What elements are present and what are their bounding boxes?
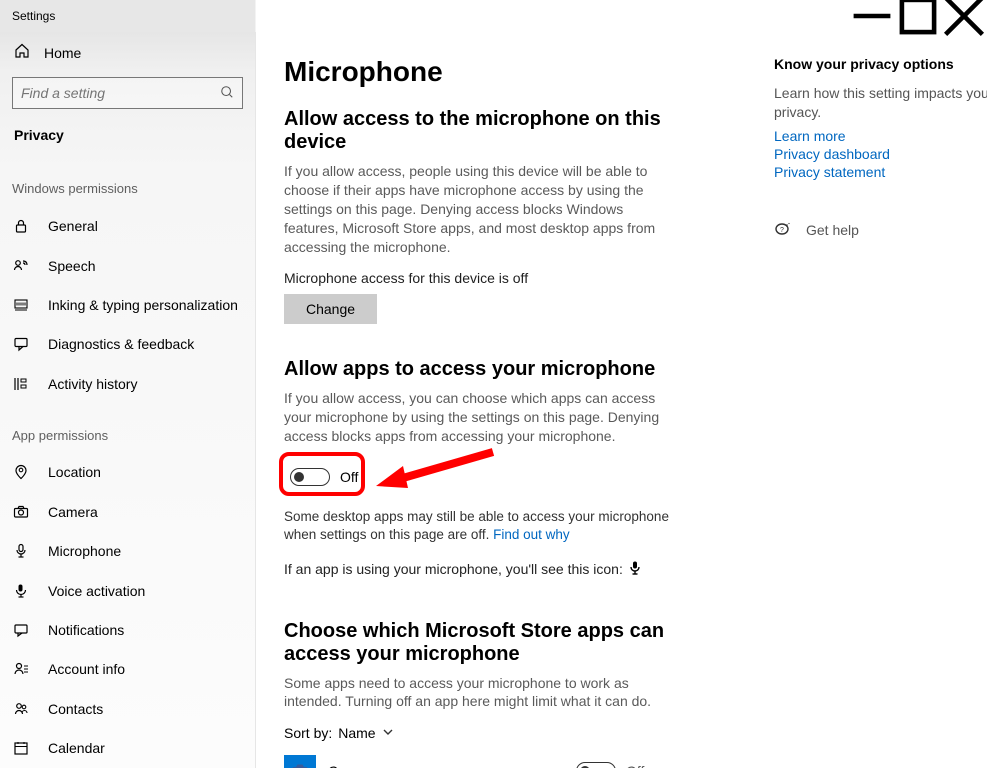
maximize-button[interactable]: [895, 0, 941, 32]
voice-activation-icon: [12, 583, 30, 599]
app-toggle-label: Off: [626, 763, 644, 768]
sort-by-control[interactable]: Sort by: Name: [284, 725, 676, 741]
minimize-button[interactable]: [849, 0, 895, 32]
app-row-camera: Camera Off: [284, 751, 676, 768]
sidebar-item-label: Notifications: [48, 622, 124, 638]
title-bar: Settings: [0, 0, 987, 32]
sidebar-item-inking[interactable]: Inking & typing personalization: [0, 285, 255, 324]
sidebar-item-activity-history[interactable]: Activity history: [0, 364, 255, 403]
annotation-arrow: [368, 442, 498, 502]
sidebar-item-voice-activation[interactable]: Voice activation: [0, 571, 255, 610]
sidebar-current-section: Privacy: [0, 119, 255, 157]
location-icon: [12, 464, 30, 480]
window-title: Settings: [0, 9, 849, 23]
speech-icon: [12, 258, 30, 274]
sidebar-item-label: Activity history: [48, 376, 137, 392]
close-button[interactable]: [941, 0, 987, 32]
main-content: Microphone Allow access to the microphon…: [256, 32, 987, 768]
account-icon: [12, 661, 30, 677]
info-link-learn-more[interactable]: Learn more: [774, 128, 987, 144]
search-input[interactable]: [21, 85, 220, 101]
sidebar-item-label: Account info: [48, 661, 125, 677]
get-help-link[interactable]: ? Get help: [774, 220, 987, 241]
calendar-icon: [12, 740, 30, 756]
sidebar-home[interactable]: Home: [0, 32, 255, 73]
info-desc: Learn how this setting impacts your priv…: [774, 84, 987, 122]
search-input-wrap[interactable]: [12, 77, 243, 109]
info-link-privacy-statement[interactable]: Privacy statement: [774, 164, 987, 180]
app-name: Camera: [328, 763, 556, 768]
sidebar-item-label: General: [48, 218, 98, 234]
sort-by-value: Name: [338, 725, 375, 741]
sidebar-item-calendar[interactable]: Calendar: [0, 729, 255, 768]
page-title: Microphone: [284, 56, 676, 88]
sidebar-item-label: Camera: [48, 504, 98, 520]
apps-access-toggle-label: Off: [340, 469, 358, 485]
apps-access-toggle[interactable]: [290, 468, 330, 486]
home-icon: [14, 43, 30, 62]
sidebar-item-diagnostics[interactable]: Diagnostics & feedback: [0, 325, 255, 364]
info-heading: Know your privacy options: [774, 56, 987, 72]
sidebar-item-label: Microphone: [48, 543, 121, 559]
microphone-icon: [12, 543, 30, 559]
sidebar-item-general[interactable]: General: [0, 206, 255, 245]
sidebar-item-speech[interactable]: Speech: [0, 246, 255, 285]
sidebar: Home Privacy Windows permissions General…: [0, 32, 256, 768]
sidebar-home-label: Home: [44, 45, 81, 61]
get-help-label: Get help: [806, 222, 859, 238]
camera-icon: [12, 504, 30, 520]
chevron-down-icon: [382, 725, 394, 741]
contacts-icon: [12, 701, 30, 717]
sidebar-item-account-info[interactable]: Account info: [0, 650, 255, 689]
section-store-apps-heading: Choose which Microsoft Store apps can ac…: [284, 620, 676, 666]
app-camera-toggle[interactable]: [576, 762, 616, 768]
sidebar-item-label: Voice activation: [48, 583, 145, 599]
activity-icon: [12, 376, 30, 392]
sidebar-item-label: Speech: [48, 258, 95, 274]
sort-by-label: Sort by:: [284, 725, 332, 741]
microphone-indicator-icon: [629, 561, 641, 578]
section-apps-access-heading: Allow apps to access your microphone: [284, 358, 676, 381]
section-apps-access-desc: If you allow access, you can choose whic…: [284, 389, 676, 446]
info-sidebar: Know your privacy options Learn how this…: [774, 56, 987, 241]
desktop-apps-note: Some desktop apps may still be able to a…: [284, 508, 676, 544]
change-button[interactable]: Change: [284, 294, 377, 324]
sidebar-item-contacts[interactable]: Contacts: [0, 689, 255, 728]
section-windows-permissions: Windows permissions: [0, 157, 255, 206]
sidebar-item-location[interactable]: Location: [0, 453, 255, 492]
find-out-why-link[interactable]: Find out why: [493, 527, 570, 542]
sidebar-item-label: Diagnostics & feedback: [48, 336, 194, 352]
sidebar-item-notifications[interactable]: Notifications: [0, 610, 255, 649]
get-help-icon: ?: [774, 220, 792, 241]
info-link-privacy-dashboard[interactable]: Privacy dashboard: [774, 146, 987, 162]
section-app-permissions: App permissions: [0, 404, 255, 453]
section-device-access-heading: Allow access to the microphone on this d…: [284, 108, 676, 154]
sidebar-item-label: Location: [48, 464, 101, 480]
section-device-access-desc: If you allow access, people using this d…: [284, 162, 676, 256]
sidebar-item-label: Calendar: [48, 740, 105, 756]
feedback-icon: [12, 336, 30, 352]
mic-indicator-info: If an app is using your microphone, you'…: [284, 561, 676, 578]
section-store-apps-desc: Some apps need to access your microphone…: [284, 674, 676, 712]
notifications-icon: [12, 622, 30, 638]
sidebar-item-camera[interactable]: Camera: [0, 492, 255, 531]
app-tile-camera: [284, 755, 316, 768]
device-access-status: Microphone access for this device is off: [284, 270, 676, 286]
search-icon: [220, 85, 234, 102]
inking-icon: [12, 297, 30, 313]
svg-text:?: ?: [780, 227, 784, 234]
lock-icon: [12, 218, 30, 234]
sidebar-item-label: Contacts: [48, 701, 103, 717]
sidebar-item-microphone[interactable]: Microphone: [0, 531, 255, 570]
sidebar-item-label: Inking & typing personalization: [48, 297, 238, 313]
